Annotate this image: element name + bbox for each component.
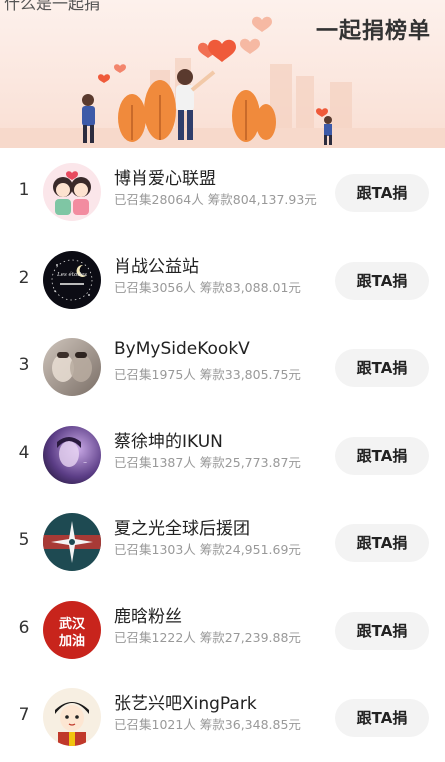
donation-stats: 已召集1387人 筹款25,773.87元 (114, 454, 301, 470)
donation-stats: 已召集3056人 筹款83,088.01元 (114, 279, 301, 295)
list-item[interactable]: 7 张艺兴吧XingPark 已召集1021人 筹款36,348.85元 跟TA… (0, 673, 445, 761)
rank-number: 6 (18, 617, 30, 638)
donation-stats: 已召集1303人 筹款24,951.69元 (114, 542, 301, 557)
fan-club-name: 蔡徐坤的IKUN (114, 431, 223, 452)
fan-club-name: 肖战公益站 (114, 256, 199, 277)
follow-donate-button[interactable]: 跟TA捐 (335, 174, 429, 212)
fan-club-name: 张艺兴吧XingPark (114, 694, 257, 714)
follow-donate-button[interactable]: 跟TA捐 (335, 436, 429, 475)
rank-number: 5 (18, 530, 30, 550)
follow-donate-button[interactable]: 跟TA捐 (335, 261, 429, 300)
list-item[interactable]: 4 ~ 蔡徐坤的IKUN 已召集1387人 筹款25,773.87元 跟TA捐 (0, 411, 445, 499)
list-item[interactable]: 5 夏之光全球后援团 已召集1303人 筹款24,951.69元 跟TA捐 (0, 498, 445, 586)
banner: 什么是一起捐 一起捐榜单 (0, 0, 445, 148)
fan-club-name: 夏之光全球后援团 (114, 519, 250, 539)
svg-text:~: ~ (83, 460, 87, 466)
avatar-caption: Les étoiles (56, 271, 87, 278)
ranking-list: 1 博肖爱心联盟 已召集28064人 筹款804,137.93元 跟TA捐 2 (0, 148, 445, 761)
fan-club-name: ByMySideKookV (114, 339, 250, 359)
avatar-caption-line1: 武汉 (59, 616, 86, 632)
follow-donate-button[interactable]: 跟TA捐 (335, 699, 429, 737)
follow-donate-button[interactable]: 跟TA捐 (335, 349, 429, 387)
rank-number: 2 (18, 267, 30, 288)
donation-stats: 已召集1222人 筹款27,239.88元 (114, 629, 301, 645)
list-item[interactable]: 1 博肖爱心联盟 已召集28064人 筹款804,137.93元 跟TA捐 (0, 148, 445, 236)
top-link-text[interactable]: 什么是一起捐 (4, 0, 100, 14)
cartoon-boy-avatar-icon (43, 688, 101, 746)
list-item[interactable]: 3 ByMySideKookV 已召集1975人 筹款33,805.75元 跟T… (0, 323, 445, 411)
rank-number: 4 (18, 442, 30, 463)
two-faces-avatar-icon (43, 338, 101, 396)
page-title: 一起捐榜单 (315, 19, 431, 44)
red-seal-avatar-icon: 武汉 加油 (43, 600, 101, 659)
night-moon-avatar-icon: Les étoiles (43, 250, 101, 309)
list-item[interactable]: 6 武汉 加油 鹿晗粉丝 已召集1222人 筹款27,239.88元 跟TA捐 (0, 586, 445, 674)
donation-stats: 已召集1021人 筹款36,348.85元 (114, 717, 301, 732)
donation-stats: 已召集28064人 筹款804,137.93元 (114, 192, 317, 207)
rank-number: 1 (18, 180, 30, 200)
rank-number: 7 (18, 705, 30, 725)
star-compass-avatar-icon (43, 513, 101, 571)
purple-portrait-avatar-icon: ~ (43, 425, 101, 484)
fan-club-name: 博肖爱心联盟 (114, 169, 216, 189)
donation-stats: 已召集1975人 筹款33,805.75元 (114, 367, 301, 382)
follow-donate-button[interactable]: 跟TA捐 (335, 611, 429, 650)
cartoon-couple-avatar-icon (43, 163, 101, 221)
rank-number: 3 (18, 355, 30, 375)
avatar-caption-line2: 加油 (58, 633, 85, 649)
follow-donate-button[interactable]: 跟TA捐 (335, 524, 429, 562)
list-item[interactable]: 2 Les étoiles 肖战公益站 已召集3056人 筹款83,088.01… (0, 236, 445, 324)
fan-club-name: 鹿晗粉丝 (114, 606, 182, 627)
